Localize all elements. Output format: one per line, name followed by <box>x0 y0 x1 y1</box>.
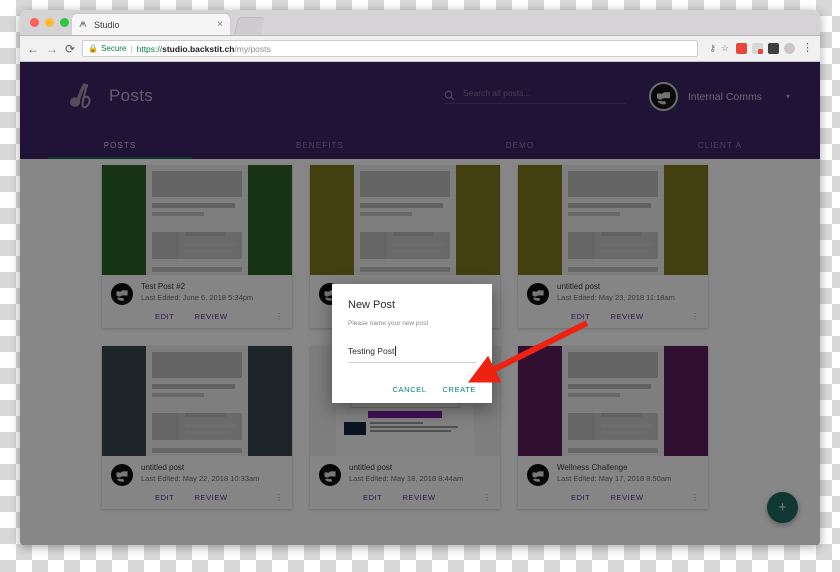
forward-arrow-icon[interactable]: → <box>46 43 58 55</box>
star-icon[interactable]: ☆ <box>721 43 729 54</box>
browser-tab[interactable]: Studio × <box>72 14 230 35</box>
window-traffic-lights <box>30 18 69 27</box>
address-bar[interactable]: 🔒 Secure | https://studio.backstit.ch/my… <box>82 40 699 57</box>
reload-icon[interactable]: ⟳ <box>65 43 75 55</box>
extension-icon-3[interactable] <box>768 43 779 54</box>
omnibox-icons: ⚷ ☆ <box>709 43 729 54</box>
browser-toolbar: ← → ⟳ 🔒 Secure | https://studio.backstit… <box>20 36 820 62</box>
back-arrow-icon[interactable]: ← <box>27 43 39 55</box>
minimize-window-button[interactable] <box>45 18 54 27</box>
secure-label: Secure <box>101 44 127 53</box>
maximize-window-button[interactable] <box>60 18 69 27</box>
browser-tab-title: Studio <box>94 19 120 30</box>
extension-icon-4[interactable] <box>784 43 795 54</box>
new-post-dialog: New Post Please name your new post Testi… <box>332 284 492 403</box>
close-window-button[interactable] <box>30 18 39 27</box>
url-host: studio.backstit.ch <box>162 43 235 54</box>
extensions-bar <box>736 43 795 54</box>
url-scheme: https:// <box>136 43 163 54</box>
cancel-button[interactable]: CANCEL <box>393 385 427 394</box>
dialog-subtext: Please name your new post <box>348 320 429 327</box>
browser-menu-icon[interactable]: ⋮ <box>802 43 813 54</box>
browser-tab-strip: Studio × <box>20 10 820 36</box>
browser-window: Studio × ← → ⟳ 🔒 Secure | https://studio… <box>20 10 820 545</box>
post-name-input-value: Testing Post <box>348 346 395 356</box>
lock-icon: 🔒 <box>88 44 99 53</box>
dialog-title: New Post <box>348 299 396 311</box>
key-icon[interactable]: ⚷ <box>709 43 716 54</box>
tab-close-icon[interactable]: × <box>217 19 223 30</box>
create-button[interactable]: CREATE <box>443 385 476 394</box>
extension-icon-1[interactable] <box>736 43 747 54</box>
dialog-actions: CANCEL CREATE <box>348 385 476 394</box>
extension-icon-2[interactable] <box>752 43 763 54</box>
text-cursor <box>395 346 397 356</box>
post-name-field[interactable]: Testing Post <box>348 341 476 363</box>
app-viewport: Posts In <box>20 62 820 545</box>
url-path: /my/posts <box>234 43 271 54</box>
new-tab-button[interactable] <box>234 17 265 34</box>
site-favicon-icon <box>79 20 88 29</box>
url-divider: | <box>130 43 133 54</box>
